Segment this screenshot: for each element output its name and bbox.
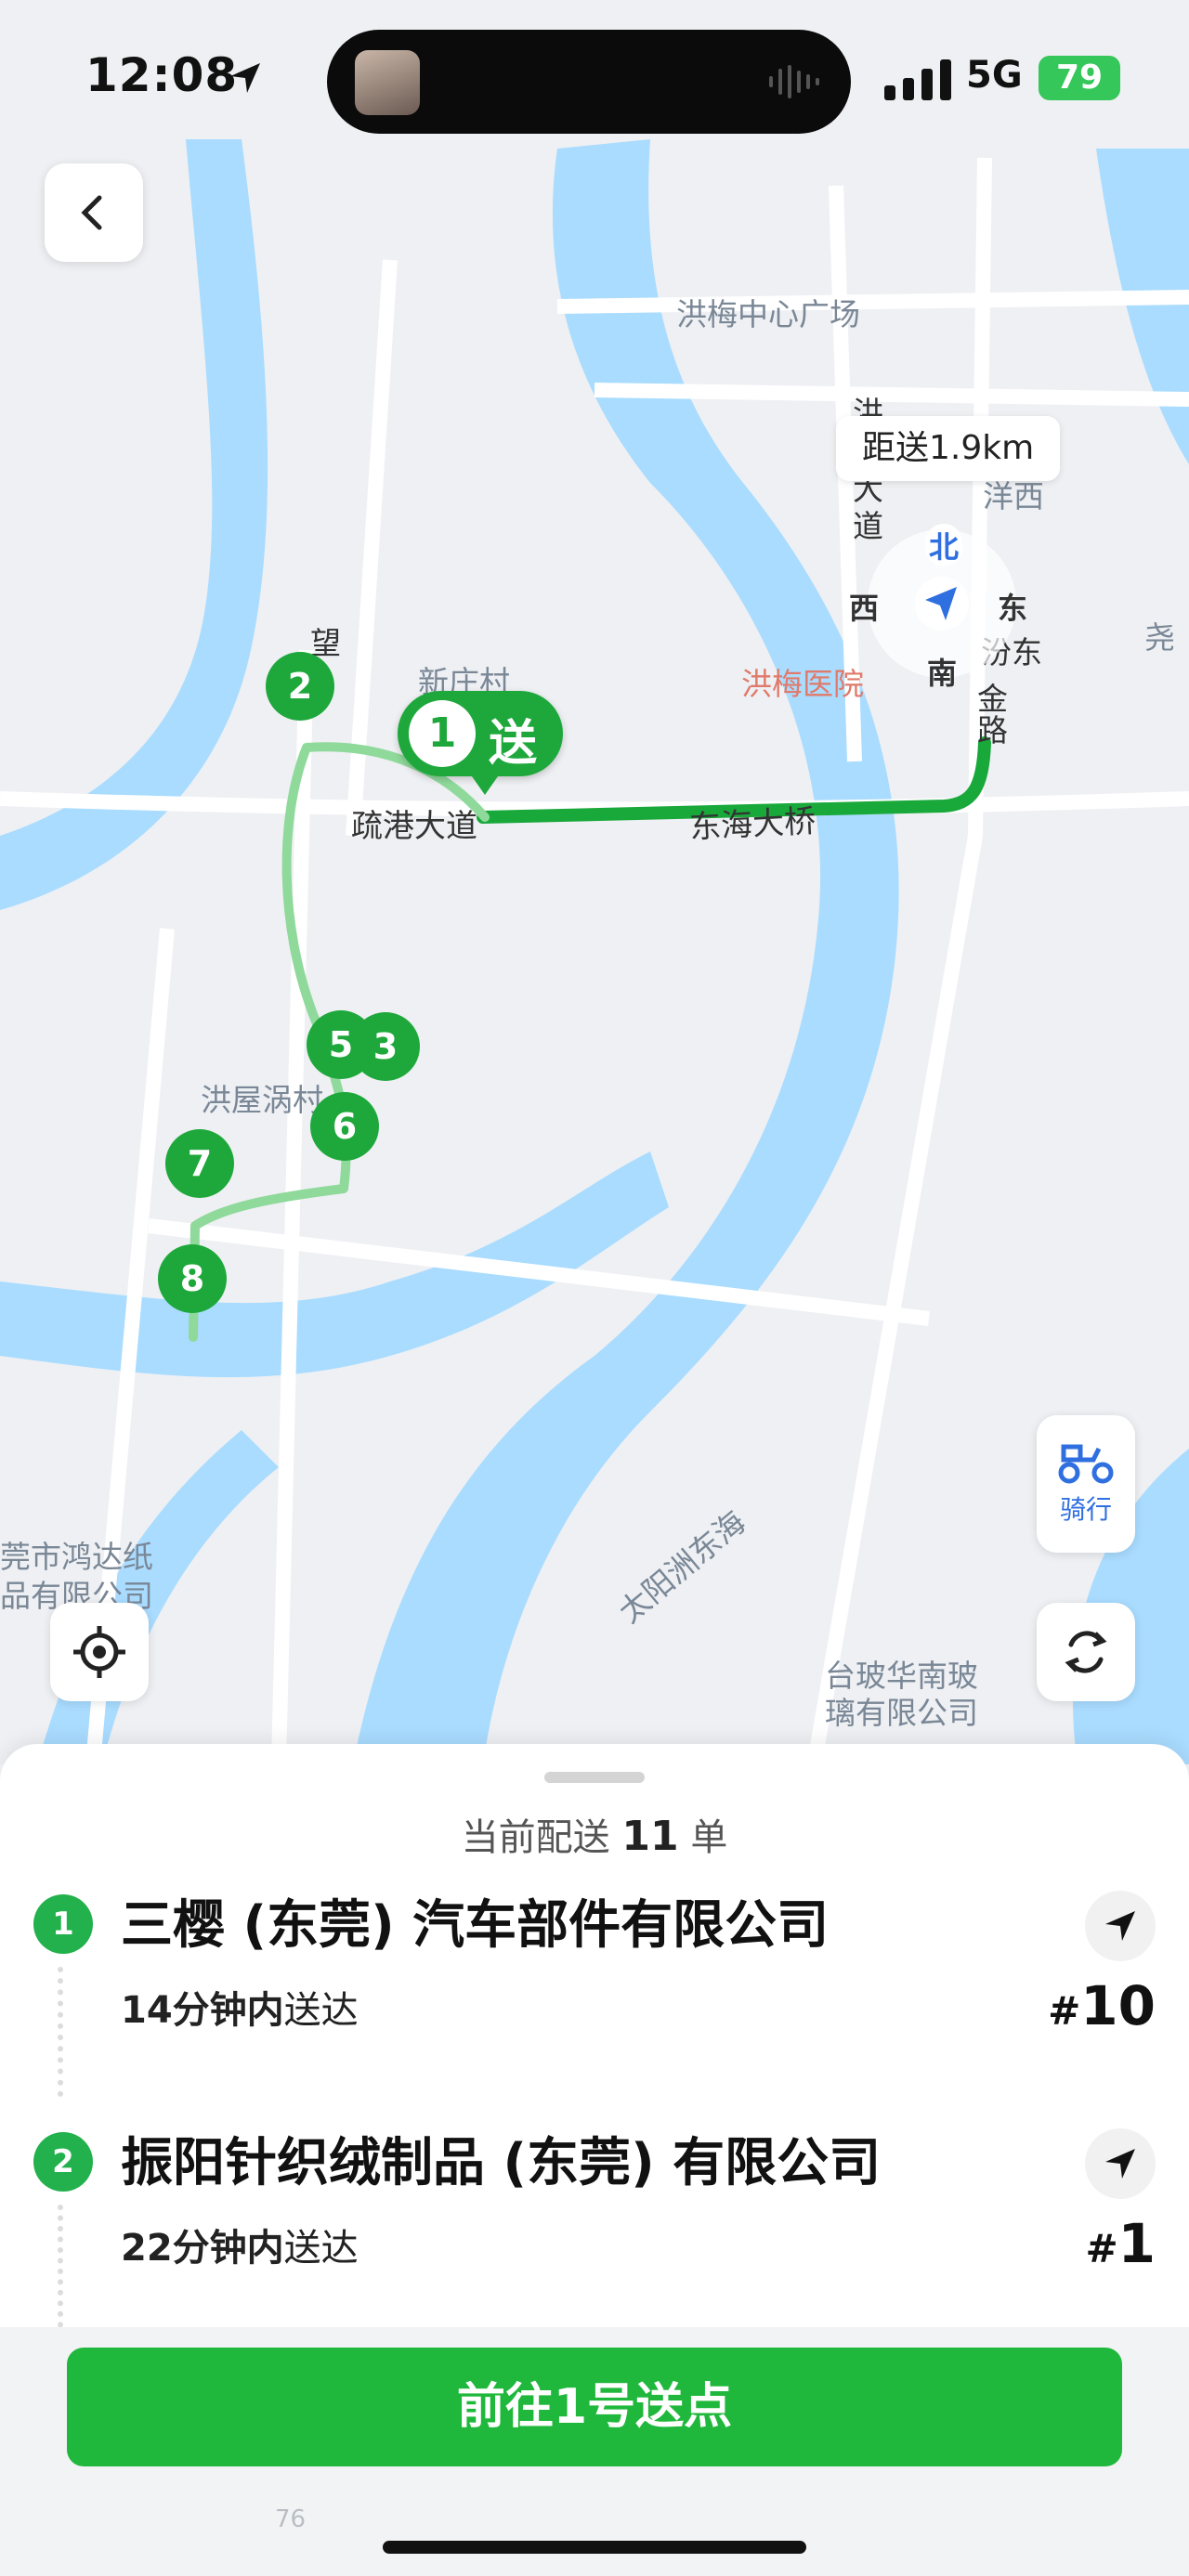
eta-minutes: 22 [121, 2227, 173, 2270]
order-eta: 14分钟内送达 [121, 1980, 359, 2034]
map-label-donghai-bridge: 东海大桥 [688, 802, 817, 847]
navigate-button[interactable] [1085, 1891, 1156, 1961]
order-number-hash: # [1085, 2226, 1118, 2271]
order-index-badge: 2 [33, 2132, 93, 2192]
map-label-lu: 路 [977, 712, 1008, 748]
sheet-title-suffix: 单 [690, 1816, 728, 1859]
now-playing-artwork [355, 50, 420, 115]
eta-text: 送达 [283, 1989, 359, 2032]
refresh-button[interactable] [1037, 1603, 1135, 1701]
compass-west: 西 [849, 591, 880, 626]
order-item[interactable]: 2 振阳针织绒制品 (东莞) 有限公司 22分钟内送达 #1 [0, 2121, 1189, 2338]
chevron-left-icon [81, 195, 102, 230]
distance-chip: 距送1.9km [836, 416, 1061, 481]
dynamic-island [327, 30, 851, 134]
status-bar: 12:08 5G 79 [0, 0, 1189, 149]
location-arrow-icon [915, 577, 969, 631]
timeline-dots [58, 2205, 69, 2338]
locate-me-button[interactable] [50, 1603, 149, 1701]
marker-tail [472, 776, 498, 795]
order-number-hash: # [1048, 1988, 1081, 2034]
stop-marker-6[interactable]: 6 [310, 1092, 379, 1161]
sheet-title: 当前配送 11 单 [0, 1807, 1189, 1861]
timeline-dots [58, 1967, 69, 2097]
order-company-name: 振阳针织绒制品 (东莞) 有限公司 [121, 2133, 882, 2193]
stop-marker-8[interactable]: 8 [158, 1244, 227, 1313]
map-label-hongda-1: 莞市鸿达纸 [0, 1539, 153, 1575]
back-button[interactable] [45, 163, 143, 262]
order-number-value: 1 [1117, 2212, 1156, 2275]
map-label-hongmei-center: 洪梅中心广场 [676, 296, 860, 332]
navigate-button[interactable] [1085, 2128, 1156, 2199]
map-label-taibohua-2: 璃有限公司 [825, 1695, 978, 1731]
map-label-hospital: 洪梅医院 [741, 666, 864, 702]
ride-mode-label: 骑行 [1059, 1494, 1112, 1525]
ride-mode-button[interactable]: 骑行 [1037, 1415, 1135, 1553]
compass-north: 北 [925, 524, 962, 566]
cellular-signal-icon [884, 59, 951, 100]
map-label-hongwu: 洪屋涡村 [201, 1082, 323, 1118]
footer-bar: 前往1号送点 76 [0, 2327, 1189, 2576]
eta-text: 送达 [283, 2227, 359, 2270]
order-count: 11 [621, 1813, 679, 1860]
home-indicator[interactable] [383, 2541, 806, 2554]
order-number: #10 [929, 1974, 1156, 2037]
sheet-handle[interactable] [544, 1772, 645, 1783]
order-item[interactable]: 1 三樱 (东莞) 汽车部件有限公司 14分钟内送达 #10 [0, 1883, 1189, 2097]
go-to-stop-button[interactable]: 前往1号送点 [67, 2348, 1122, 2466]
network-type: 5G [966, 54, 1023, 97]
stop-marker-2[interactable]: 2 [266, 652, 334, 721]
eta-unit: 分钟内 [172, 2227, 284, 2270]
compass: 北 南 西 东 [849, 524, 1027, 691]
location-services-icon [230, 63, 260, 93]
start-marker-number: 1 [409, 700, 476, 767]
map-label-dao: 道 [853, 508, 883, 544]
order-number-value: 10 [1080, 1974, 1156, 2037]
clock: 12:08 [85, 48, 239, 102]
battery-indicator: 79 [1039, 56, 1120, 100]
navigation-arrow-icon [1105, 2149, 1135, 2179]
refresh-icon [1065, 1631, 1107, 1673]
stop-marker-5[interactable]: 5 [307, 1010, 375, 1079]
stop-marker-7[interactable]: 7 [165, 1129, 234, 1198]
delivery-map[interactable]: 洪梅中心广场 新庄村 洪梅医院 疏港大道 东海大桥 洪屋涡村 莞市鸿达纸 品有限… [0, 0, 1189, 1765]
start-marker-label: 送 [489, 716, 538, 772]
order-number: #1 [929, 2212, 1156, 2275]
crosshair-icon [73, 1626, 125, 1678]
faint-label: 76 [275, 2505, 307, 2533]
audio-wave-icon [769, 65, 819, 98]
map-label-shugang-road: 疏港大道 [351, 808, 477, 845]
scooter-icon [1058, 1444, 1114, 1484]
map-canvas[interactable] [0, 0, 1189, 1765]
start-marker[interactable]: 1 送 [398, 691, 563, 795]
order-eta: 22分钟内送达 [121, 2218, 359, 2271]
eta-minutes: 14 [121, 1989, 173, 2032]
sheet-title-prefix: 当前配送 [461, 1816, 610, 1859]
map-label-yao: 尧 [1144, 619, 1175, 656]
compass-east: 东 [998, 591, 1028, 626]
order-company-name: 三樱 (东莞) 汽车部件有限公司 [121, 1895, 830, 1956]
navigation-arrow-icon [1105, 1911, 1135, 1941]
order-index-badge: 1 [33, 1894, 93, 1954]
eta-unit: 分钟内 [172, 1989, 284, 2032]
orders-sheet[interactable]: 当前配送 11 单 1 三樱 (东莞) 汽车部件有限公司 14分钟内送达 #10… [0, 1744, 1189, 2338]
compass-south: 南 [927, 656, 958, 691]
